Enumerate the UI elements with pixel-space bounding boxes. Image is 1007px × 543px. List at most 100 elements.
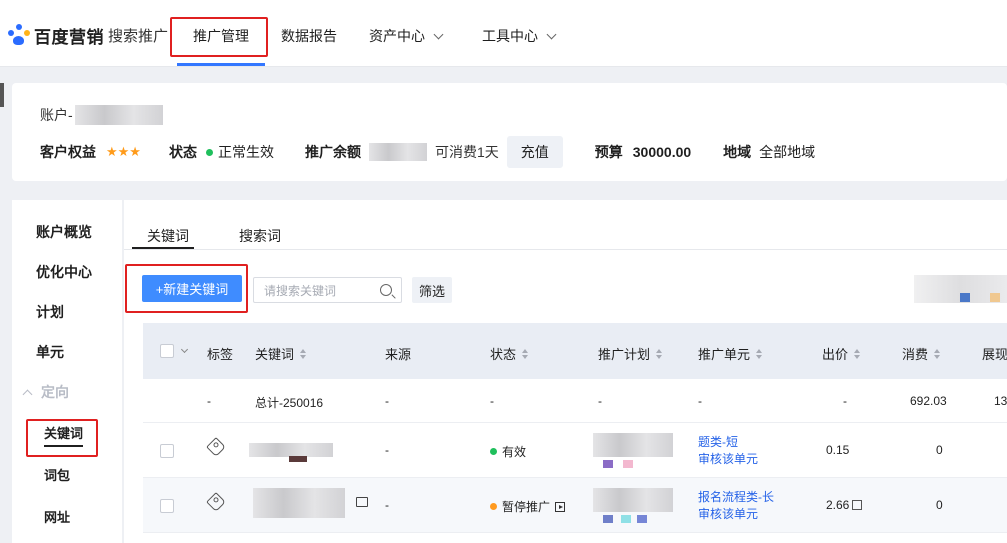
col-status[interactable]: 状态 (490, 344, 529, 363)
row-status: 有效 (490, 443, 526, 460)
nav-active-indicator (177, 63, 265, 66)
status-text: 有效 (502, 445, 527, 459)
baidu-logo[interactable]: 百度营销 搜索推广 (8, 24, 169, 47)
tab-bar: 关键词 搜索词 (124, 200, 1007, 250)
keyword-redacted[interactable] (249, 443, 333, 457)
nav-tool-center[interactable]: 工具中心 (482, 26, 557, 46)
play-icon[interactable] (555, 501, 566, 512)
total-unit: - (698, 394, 702, 408)
col-label: 消费 (902, 347, 929, 362)
total-keyword: 总计-250016 (255, 396, 324, 410)
checkbox[interactable] (160, 344, 174, 358)
nav-asset-center[interactable]: 资产中心 (369, 26, 444, 46)
status-text: 暂停推广 (502, 500, 551, 514)
row-bid[interactable]: 0.15 (826, 443, 849, 457)
sort-icon[interactable] (854, 348, 861, 359)
col-tag: 标签 (207, 344, 233, 363)
account-name-redacted (74, 105, 163, 125)
balance-redacted (368, 143, 427, 161)
rights-stars: ★★★ (106, 144, 141, 159)
monitor-icon[interactable] (356, 497, 368, 507)
total-source: - (385, 394, 389, 408)
tag-icon[interactable] (206, 437, 226, 457)
sidebar-item-overview[interactable]: 账户概览 (36, 222, 92, 242)
tag-shape (206, 437, 226, 457)
nav-data-report[interactable]: 数据报告 (281, 26, 337, 46)
status-value: 正常生效 (217, 144, 274, 160)
recharge-button[interactable]: 充值 (506, 136, 563, 168)
nav-label: 资产中心 (369, 28, 425, 44)
col-unit[interactable]: 推广单元 (698, 344, 763, 363)
search-placeholder: 请搜索关键词 (264, 283, 337, 298)
sort-icon[interactable] (522, 348, 529, 359)
col-bid[interactable]: 出价 (822, 344, 861, 363)
tab-search-term[interactable]: 搜索词 (239, 226, 281, 246)
review-unit-link[interactable]: 审核该单元 (698, 506, 758, 523)
bid-value: 2.66 (826, 498, 850, 512)
sidebar-item-word-pack[interactable]: 词包 (44, 465, 70, 484)
unit-link[interactable]: 报名流程类-长 (698, 489, 774, 506)
chevron-down-icon[interactable] (180, 345, 189, 354)
row-source: - (385, 443, 389, 457)
plan-redacted[interactable] (593, 488, 673, 512)
row-checkbox[interactable] (160, 499, 174, 513)
row-unit[interactable]: 题类-短 审核该单元 (698, 434, 758, 468)
budget-value[interactable]: 30000.00 (633, 144, 691, 160)
plan-redacted-detail (623, 460, 633, 468)
review-unit-link[interactable]: 审核该单元 (698, 451, 758, 468)
sort-icon[interactable] (934, 348, 941, 359)
sidebar-item-unit[interactable]: 单元 (36, 342, 64, 362)
status-label: 状态 (168, 144, 197, 160)
filter-button[interactable]: 筛选 (412, 277, 452, 303)
nav-label: 工具中心 (482, 28, 538, 44)
row-bid[interactable]: 2.66 (826, 498, 863, 512)
sidebar-item-plan[interactable]: 计划 (36, 302, 64, 322)
unit-link[interactable]: 题类-短 (698, 434, 738, 451)
checkbox[interactable] (160, 444, 174, 458)
keyword-redacted[interactable] (253, 488, 345, 518)
table-row[interactable]: - 暂停推广 报名流程类-长 审核该单元 2.66 0 (143, 478, 1007, 533)
sidebar-item-url[interactable]: 网址 (44, 507, 70, 526)
plan-redacted-detail (603, 460, 613, 468)
keyword-search-input[interactable]: 请搜索关键词 (253, 277, 402, 303)
col-impressions[interactable]: 展现 (982, 344, 1007, 363)
total-plan: - (598, 394, 602, 408)
col-label: 推广单元 (698, 347, 751, 362)
tab-keyword[interactable]: 关键词 (147, 226, 189, 246)
table-header: 标签 关键词 来源 状态 推广计划 推广单元 出价 消费 展现 (143, 323, 1007, 379)
search-icon[interactable] (380, 284, 392, 296)
sort-icon[interactable] (656, 348, 663, 359)
keyword-redacted-detail (289, 456, 307, 462)
highlight-box (170, 17, 268, 57)
sidebar-group-targeting[interactable]: 定向 (22, 382, 69, 402)
status-dot-icon (490, 503, 497, 510)
region-value[interactable]: 全部地域 (759, 142, 815, 162)
chevron-up-icon (22, 389, 33, 399)
col-cost[interactable]: 消费 (902, 344, 941, 363)
table-row[interactable]: - 有效 题类-短 审核该单元 0.15 0 (143, 423, 1007, 478)
side-handle[interactable] (0, 83, 4, 107)
logo-text: 百度营销 (34, 27, 104, 47)
row-unit[interactable]: 报名流程类-长 审核该单元 (698, 489, 774, 523)
row-source: - (385, 498, 389, 512)
baidu-paw-icon (8, 24, 30, 46)
col-label: 来源 (385, 347, 412, 362)
highlight-box (125, 264, 248, 313)
sort-icon[interactable] (300, 348, 307, 359)
plan-redacted[interactable] (593, 433, 673, 457)
tag-shape (206, 492, 226, 512)
edit-icon[interactable] (852, 500, 863, 510)
sidebar-item-optimize[interactable]: 优化中心 (36, 262, 92, 282)
group-label: 定向 (41, 384, 69, 400)
checkbox[interactable] (160, 499, 174, 513)
plan-redacted-detail (637, 515, 647, 523)
row-checkbox[interactable] (160, 444, 174, 458)
col-keyword[interactable]: 关键词 (255, 344, 307, 363)
nav-label: 数据报告 (281, 28, 337, 44)
product-name: 搜索推广 (108, 27, 169, 45)
tag-icon[interactable] (206, 492, 226, 512)
select-all-checkbox[interactable] (160, 344, 189, 358)
col-plan[interactable]: 推广计划 (598, 344, 663, 363)
col-label: 状态 (490, 347, 517, 362)
sort-icon[interactable] (756, 348, 763, 359)
